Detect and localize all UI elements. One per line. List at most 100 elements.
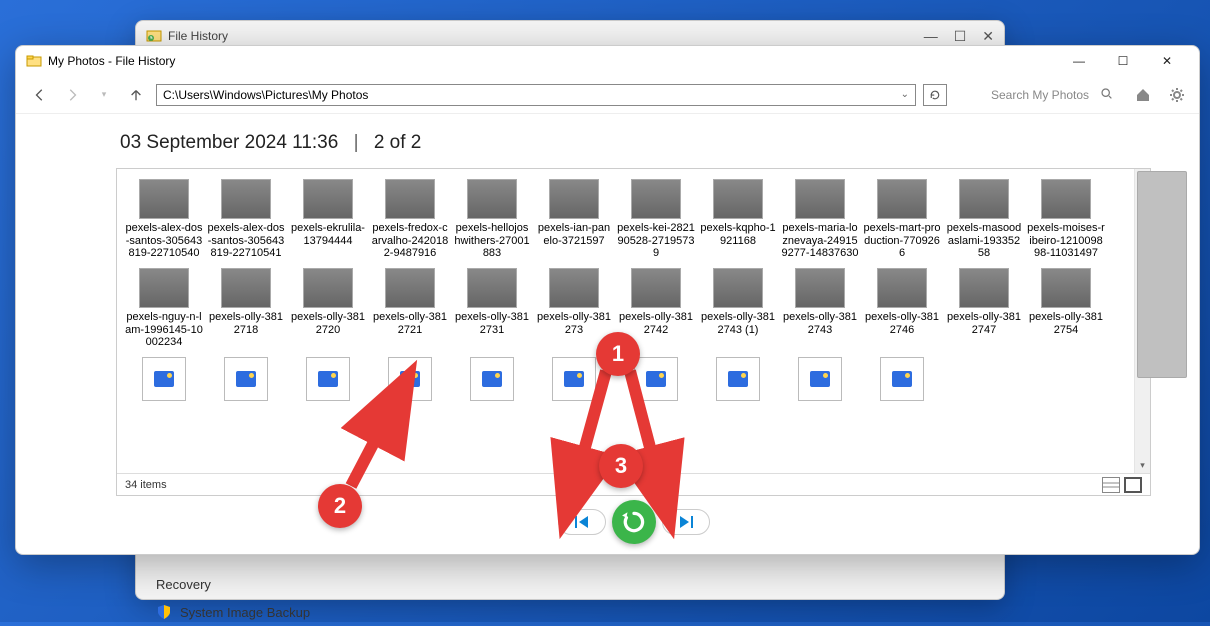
search-box[interactable]: Search My Photos xyxy=(985,84,1119,106)
recovery-link[interactable]: Recovery xyxy=(156,571,984,598)
file-item[interactable] xyxy=(697,355,779,406)
address-dropdown-icon[interactable]: ⌄ xyxy=(901,89,909,100)
settings-button[interactable] xyxy=(1167,85,1187,105)
scroll-down-arrow[interactable]: ▾ xyxy=(1135,457,1150,473)
file-item[interactable]: pexels-kei-282190528-27195739 xyxy=(615,177,697,262)
image-file-icon xyxy=(388,357,432,401)
file-item[interactable]: pexels-nguy-n-lam-1996145-10002234 xyxy=(123,266,205,351)
up-button[interactable] xyxy=(124,83,148,107)
file-label: pexels-kqpho-1921168 xyxy=(699,222,777,247)
parent-maximize-button[interactable]: ☐ xyxy=(954,28,967,45)
file-item[interactable]: pexels-olly-3812743 xyxy=(779,266,861,351)
file-label: pexels-olly-3812747 xyxy=(945,311,1023,336)
file-item[interactable]: pexels-kqpho-1921168 xyxy=(697,177,779,262)
file-item[interactable]: pexels-ian-panelo-3721597 xyxy=(533,177,615,262)
file-thumbnail xyxy=(877,179,927,219)
file-item[interactable]: pexels-olly-3812731 xyxy=(451,266,533,351)
file-item[interactable] xyxy=(205,355,287,406)
file-label: pexels-olly-381273 xyxy=(535,311,613,336)
file-thumbnail xyxy=(795,268,845,308)
file-item[interactable]: pexels-olly-3812718 xyxy=(205,266,287,351)
file-item[interactable]: pexels-maria-loznevaya-249159277-1483763… xyxy=(779,177,861,262)
file-item[interactable] xyxy=(123,355,205,406)
back-button[interactable] xyxy=(28,83,52,107)
file-label: pexels-olly-3812743 xyxy=(781,311,859,336)
file-item[interactable]: pexels-olly-3812721 xyxy=(369,266,451,351)
file-item[interactable]: pexels-masoodaslami-19335258 xyxy=(943,177,1025,262)
home-button[interactable] xyxy=(1133,85,1153,105)
file-thumbnail xyxy=(549,268,599,308)
file-item[interactable]: pexels-olly-3812720 xyxy=(287,266,369,351)
minimize-button[interactable]: — xyxy=(1057,47,1101,75)
file-label: pexels-olly-3812746 xyxy=(863,311,941,336)
scrollbar-thumb[interactable] xyxy=(1137,171,1187,378)
file-thumbnail xyxy=(385,268,435,308)
view-details-button[interactable] xyxy=(1102,477,1120,493)
address-path: C:\Users\Windows\Pictures\My Photos xyxy=(163,88,368,102)
file-item[interactable] xyxy=(779,355,861,406)
skip-previous-icon xyxy=(574,515,590,529)
skip-next-icon xyxy=(678,515,694,529)
item-count: 34 items xyxy=(125,479,167,491)
version-header: 03 September 2024 11:36 | 2 of 2 xyxy=(116,132,1151,154)
file-item[interactable]: pexels-alex-dos-santos-305643819-2271054… xyxy=(123,177,205,262)
file-item[interactable] xyxy=(287,355,369,406)
file-item[interactable]: pexels-olly-3812746 xyxy=(861,266,943,351)
file-thumbnail xyxy=(959,179,1009,219)
view-thumbnails-button[interactable] xyxy=(1124,477,1142,493)
file-label: pexels-kei-282190528-27195739 xyxy=(617,222,695,260)
file-item[interactable]: pexels-alex-dos-santos-305643819-2271054… xyxy=(205,177,287,262)
recent-dropdown[interactable]: ▾ xyxy=(92,83,116,107)
file-label: pexels-olly-3812743 (1) xyxy=(699,311,777,336)
file-scroll-area[interactable]: pexels-alex-dos-santos-305643819-2271054… xyxy=(117,169,1150,473)
file-thumbnail xyxy=(467,179,517,219)
file-thumbnail xyxy=(303,268,353,308)
forward-button[interactable] xyxy=(60,83,84,107)
parent-close-button[interactable]: ✕ xyxy=(982,28,994,45)
file-label: pexels-ian-panelo-3721597 xyxy=(535,222,613,247)
recovery-label: Recovery xyxy=(156,577,211,592)
file-item[interactable] xyxy=(369,355,451,406)
file-item[interactable]: pexels-hellojoshwithers-27001883 xyxy=(451,177,533,262)
file-label: pexels-olly-3812754 xyxy=(1027,311,1105,336)
file-label: pexels-alex-dos-santos-305643819-2271054… xyxy=(125,222,203,260)
version-timestamp: 03 September 2024 11:36 xyxy=(120,132,338,153)
file-thumbnail xyxy=(221,268,271,308)
file-label: pexels-moises-ribeiro-121009898-11031497 xyxy=(1027,222,1105,260)
vertical-scrollbar[interactable]: ▴ ▾ xyxy=(1134,169,1150,473)
search-icon xyxy=(1100,87,1113,103)
close-button[interactable]: ✕ xyxy=(1145,47,1189,75)
file-item[interactable] xyxy=(861,355,943,406)
next-version-button[interactable] xyxy=(662,509,710,535)
image-file-icon xyxy=(552,357,596,401)
file-item[interactable]: pexels-moises-ribeiro-121009898-11031497 xyxy=(1025,177,1107,262)
refresh-button[interactable] xyxy=(923,84,947,106)
parent-minimize-button[interactable]: — xyxy=(924,28,938,45)
file-thumbnail xyxy=(385,179,435,219)
file-label: pexels-hellojoshwithers-27001883 xyxy=(453,222,531,260)
maximize-button[interactable]: ☐ xyxy=(1101,47,1145,75)
file-label: pexels-olly-3812718 xyxy=(207,311,285,336)
file-item[interactable] xyxy=(451,355,533,406)
file-item[interactable]: pexels-olly-3812754 xyxy=(1025,266,1107,351)
file-item[interactable]: pexels-fredox-carvalho-2420182-9487916 xyxy=(369,177,451,262)
file-label: pexels-olly-3812731 xyxy=(453,311,531,336)
address-bar[interactable]: C:\Users\Windows\Pictures\My Photos ⌄ xyxy=(156,84,916,106)
previous-version-button[interactable] xyxy=(558,509,606,535)
gear-icon xyxy=(1169,87,1185,103)
file-item[interactable]: pexels-olly-3812747 xyxy=(943,266,1025,351)
version-controls xyxy=(116,496,1151,548)
annotation-marker-1: 1 xyxy=(596,332,640,376)
file-item[interactable]: pexels-olly-3812743 (1) xyxy=(697,266,779,351)
system-image-label: System Image Backup xyxy=(180,605,310,620)
restore-button[interactable] xyxy=(612,500,656,544)
file-thumbnail xyxy=(713,179,763,219)
file-item[interactable]: pexels-mart-production-7709266 xyxy=(861,177,943,262)
file-item[interactable]: pexels-ekrulila-13794444 xyxy=(287,177,369,262)
search-placeholder: Search My Photos xyxy=(991,88,1089,102)
shield-icon xyxy=(156,604,172,620)
file-thumbnail xyxy=(631,268,681,308)
file-label: pexels-maria-loznevaya-249159277-1483763… xyxy=(781,222,859,260)
window-title: My Photos - File History xyxy=(48,54,175,68)
file-label: pexels-olly-3812721 xyxy=(371,311,449,336)
